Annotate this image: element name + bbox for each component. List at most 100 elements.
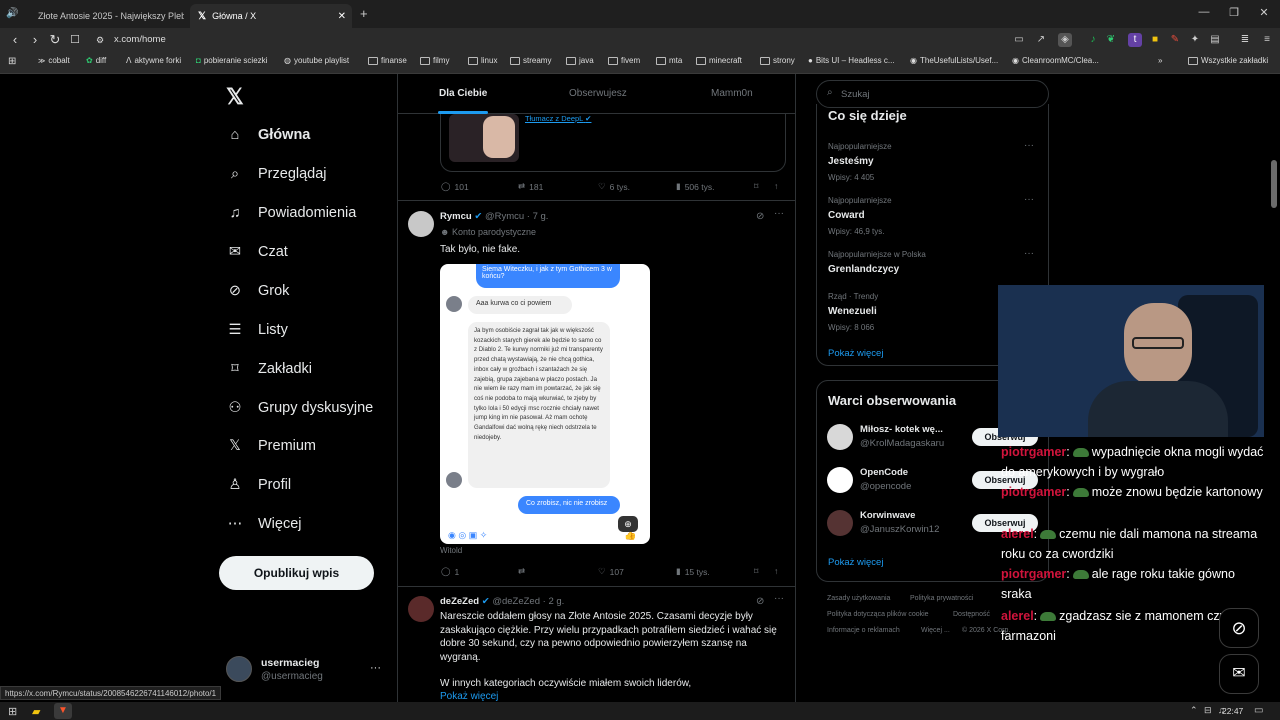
post-time[interactable]: 2 g. [548,596,564,607]
account-switcher[interactable]: usermacieg @usermacieg ··· [226,654,386,684]
bookmark-aktywne-forki[interactable]: ᐱ aktywne forki [126,56,181,65]
bookmark-all[interactable]: Wszystkie zakładki [1188,56,1268,65]
share-icon[interactable]: ↗ [1034,33,1048,47]
new-tab-button[interactable]: + [360,6,368,21]
site-info-icon[interactable]: ⚙ [96,30,104,50]
footer-link[interactable]: Zasady użytkowania [827,595,890,602]
author-handle[interactable]: @Rymcu [485,211,524,222]
sidebar-item-1[interactable]: ⌂ Główna [226,123,311,147]
tab-following[interactable]: Obserwujesz [569,88,627,99]
suggestion-avatar[interactable] [827,510,853,536]
more-dots-icon[interactable]: ··· [1024,248,1034,259]
translate-link[interactable]: Tłumacz z DeepL ✔ [525,114,591,123]
extension-music-icon[interactable]: ♪ [1086,33,1100,47]
sidebar-icon[interactable]: ▤ [1208,33,1222,47]
tray-chevron-icon[interactable]: ⌃ [1190,705,1198,716]
bookmark-folder-minecraft[interactable]: minecraft [696,56,742,65]
show-more-suggestions[interactable]: Pokaż więcej [828,557,883,568]
suggestion-avatar[interactable] [827,467,853,493]
speaker-icon[interactable]: 🔊 [6,8,18,20]
more-dots-icon[interactable]: ··· [1024,194,1034,205]
bookmark-diff[interactable]: ✿ diff [86,56,106,65]
avatar-dezezed[interactable] [408,596,434,622]
bookmark-folder-linux[interactable]: linux [468,56,497,65]
address-bar[interactable]: ⚙ x.com/home [90,30,1000,50]
like-button[interactable]: ♡ 6 tys. [598,181,630,192]
grok-float-button[interactable]: ⊘ [1219,608,1259,648]
extension-yellow-icon[interactable]: ■ [1148,33,1162,47]
footer-link[interactable]: Polityka dotycząca plików cookie [827,611,929,618]
post-image[interactable]: Siema Witeczku, i jak z tym Gothicem 3 w… [440,264,650,544]
bookmark-button[interactable]: ⌑ [754,566,758,577]
sidebar-item-11[interactable]: ⋯ Więcej [226,512,302,536]
minimize-icon[interactable]: — [1196,6,1212,18]
windows-start-icon[interactable]: ⊞ [8,705,17,718]
post-time[interactable]: 7 g. [533,211,549,222]
reply-button[interactable]: ◯ 101 [441,181,469,192]
author-name[interactable]: deZeZed [440,596,479,607]
bookmark-folder-streamy[interactable]: streamy [510,56,551,65]
suggestion-name[interactable]: Miłosz- kotek wę... [860,424,943,435]
bookmark-folder-mta[interactable]: mta [656,56,682,65]
more-dots-icon[interactable]: ··· [1024,140,1034,151]
clock[interactable]: 22:47 [1222,706,1243,716]
bookmark-youtube-playlist[interactable]: ◍ youtube playlist [284,56,349,65]
tab-mamm0n[interactable]: Mamm0n [711,88,753,99]
footer-link[interactable]: Polityka prywatności [910,595,973,602]
x-logo-icon[interactable]: 𝕏 [226,84,244,110]
menu-icon[interactable]: ≡ [1260,33,1274,47]
bookmark-bits-ui[interactable]: ● Bits UI – Headless c... [808,56,895,65]
extension-pen-icon[interactable]: ✎ [1168,33,1182,47]
close-window-icon[interactable]: ✕ [1256,6,1272,19]
bookmarks-overflow-icon[interactable]: » [1158,56,1162,65]
restore-icon[interactable]: ❐ [1226,6,1242,19]
file-explorer-icon[interactable]: ▰ [32,705,40,718]
trend-item[interactable]: Najpopularniejsze w Polska Grenlandczycy ·… [828,248,1038,281]
grok-icon[interactable]: ⊘ [756,211,764,222]
show-more-link[interactable]: Pokaż więcej [440,691,498,702]
tab-home-x[interactable]: 𝕏 Główna / X ✕ [190,4,352,28]
bookmark-cleanroommc[interactable]: ◉ CleanroomMC/Clea... [1012,56,1099,65]
views-button[interactable]: ▮ 15 tys. [676,566,710,577]
bookmark-folder-strony[interactable]: strony [760,56,795,65]
like-button[interactable]: ♡ 107 [598,566,624,577]
bookmark-cobalt[interactable]: ≫ cobalt [38,56,70,65]
reply-button[interactable]: ◯ 1 [441,566,459,577]
network-icon[interactable]: ⊟ [1204,705,1212,716]
extension-leaf-icon[interactable]: ❦ [1104,33,1118,47]
bookmark-page-icon[interactable]: ☐ [66,31,84,49]
bookmark-pobieranie[interactable]: ◘ pobieranie sciezki [196,56,267,65]
brave-shield-icon[interactable]: ◈ [1058,33,1072,47]
repost-button[interactable]: ⇄ 181 [518,181,543,192]
bookmark-folder-java[interactable]: java [566,56,594,65]
sidebar-item-6[interactable]: ☰ Listy [226,318,288,342]
share-button[interactable]: ↑ [774,181,778,191]
bookmark-folder-finanse[interactable]: finanse [368,56,407,65]
avatar-rymcu[interactable] [408,211,434,237]
bookmark-folder-fivem[interactable]: fivem [608,56,640,65]
tab-for-you[interactable]: Dla Ciebie [439,88,487,99]
suggestion-name[interactable]: Korwinwave [860,510,915,521]
extension-twitch-icon[interactable]: t [1128,33,1142,47]
more-dots-icon[interactable]: ··· [774,208,784,219]
extensions-icon[interactable]: ✦ [1188,33,1202,47]
image-options-icon[interactable]: ⊕ [618,516,638,532]
trend-item[interactable]: Najpopularniejsze Coward Wpisy: 46,9 tys. ·… [828,194,1038,236]
share-button[interactable]: ↑ [774,566,778,576]
bookmark-folder-filmy[interactable]: filmy [420,56,449,65]
post-button[interactable]: Opublikuj wpis [219,556,374,590]
quoted-post-card[interactable]: Tłumacz z DeepL ✔ [440,114,786,172]
author-handle[interactable]: @deZeZed [492,596,540,607]
footer-link[interactable]: Dostępność [953,611,990,618]
bookmark-button[interactable]: ⌑ [754,181,758,192]
sidebar-item-8[interactable]: ⚇ Grupy dyskusyjne [226,396,374,420]
sidebar-item-7[interactable]: ⌑ Zakładki [226,357,312,381]
footer-link[interactable]: Informacje o reklamach [827,627,900,634]
close-tab-icon[interactable]: ✕ [338,11,346,22]
grok-icon[interactable]: ⊘ [756,596,764,607]
sidebar-item-5[interactable]: ⊘ Grok [226,279,290,303]
suggestion-name[interactable]: OpenCode [860,467,908,478]
author-name[interactable]: Rymcu [440,211,472,222]
back-icon[interactable]: ‹ [6,31,24,49]
more-dots-icon[interactable]: ··· [370,662,381,674]
